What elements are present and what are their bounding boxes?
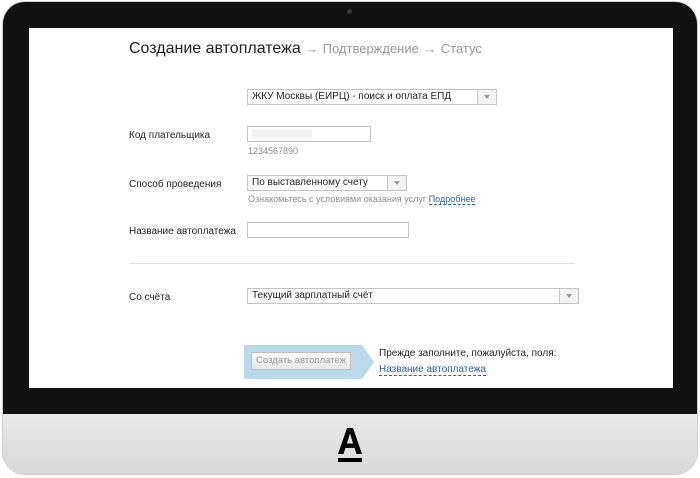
provider-select-value: ЖКУ Москвы (ЕИРЦ) - поиск и оплата ЕПД	[252, 91, 452, 102]
step-create: Создание автоплатежа	[129, 40, 301, 57]
chevron-down-icon[interactable]	[387, 176, 406, 190]
method-hint-text: Ознакомьтесь с условиями оказания услуг	[248, 194, 427, 204]
missing-field-link-text[interactable]: Название автоплатежа	[379, 364, 486, 376]
monitor-chin	[3, 414, 697, 474]
provider-select[interactable]: ЖКУ Москвы (ЕИРЦ) - поиск и оплата ЕПД	[247, 89, 497, 105]
details-link[interactable]: Подробнее	[428, 194, 476, 205]
payer-code-label: Код плательщика	[129, 130, 211, 141]
payer-code-input[interactable]	[247, 126, 371, 142]
masked-value	[252, 129, 312, 138]
method-select[interactable]: По выставленному счету	[247, 175, 407, 191]
autopay-name-label: Название автоплатежа	[129, 226, 236, 237]
chevron-down-icon[interactable]	[559, 289, 578, 303]
account-select[interactable]: Текущий зарплатный счёт	[247, 288, 579, 304]
fill-fields-prompt: Прежде заполните, пожалуйста, поля:	[379, 348, 557, 359]
alfa-bank-logo	[338, 428, 362, 462]
step-separator: →	[305, 41, 319, 56]
page-title: Создание автоплатежа → Подтверждение → С…	[129, 40, 482, 58]
monitor-frame: Создание автоплатежа → Подтверждение → С…	[3, 2, 697, 474]
method-select-value: По выставленному счету	[252, 177, 368, 188]
step-status: Статус	[440, 41, 482, 56]
payer-code-hint: 1234567890	[248, 146, 299, 156]
autopay-name-input[interactable]	[247, 222, 409, 238]
camera-dot	[347, 9, 352, 14]
step-confirm: Подтверждение	[322, 41, 419, 56]
method-label: Способ проведения	[129, 179, 222, 190]
monitor-bezel: Создание автоплатежа → Подтверждение → С…	[3, 2, 697, 414]
missing-field-link[interactable]: Название автоплатежа	[379, 364, 486, 376]
account-label: Со счёта	[129, 292, 171, 303]
create-autopay-button[interactable]: Создать автоплатеж	[251, 352, 351, 370]
screen: Создание автоплатежа → Подтверждение → С…	[29, 28, 673, 388]
divider	[129, 263, 575, 264]
chevron-down-icon[interactable]	[477, 90, 496, 104]
step-separator: →	[423, 41, 437, 56]
method-hint: Ознакомьтесь с условиями оказания услуг …	[248, 194, 476, 205]
account-select-value: Текущий зарплатный счёт	[252, 290, 373, 301]
